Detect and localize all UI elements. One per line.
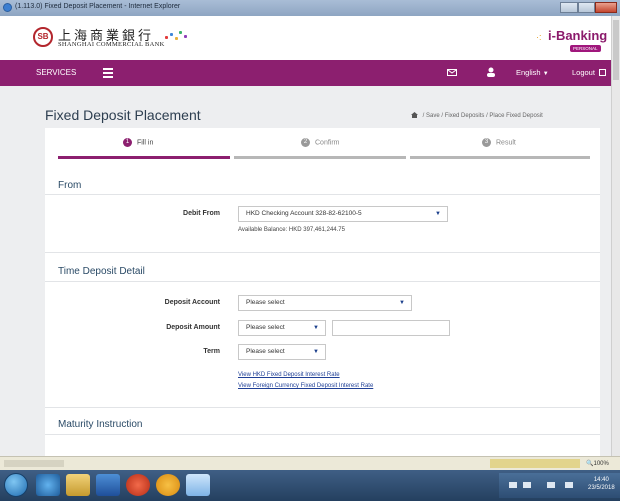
section-title-from: From	[58, 180, 82, 191]
breadcrumb: / Save / Fixed Deposits / Place Fixed De…	[411, 112, 543, 119]
chevron-down-icon: ▼	[435, 211, 441, 217]
bank-name-english: SHANGHAI COMMERCIAL BANK	[58, 41, 165, 48]
divider	[45, 252, 600, 253]
breadcrumb-item[interactable]: Fixed Deposits	[445, 113, 485, 119]
vertical-scrollbar[interactable]	[611, 16, 620, 456]
debit-from-value: HKD Checking Account 328-82-62100-5	[246, 210, 362, 217]
step-bar	[234, 156, 406, 159]
zoom-level[interactable]: 🔍100%	[586, 460, 609, 467]
services-menu[interactable]: SERVICES	[36, 68, 76, 77]
deposit-account-select[interactable]: Please select ▼	[238, 295, 412, 311]
app-taskbar-icon[interactable]	[156, 474, 180, 496]
web-page: SB 上海商業銀行 SHANGHAI COMMERCIAL BANK ·: i-…	[0, 16, 611, 456]
windows-taskbar: 14:40 23/5/2018	[0, 470, 620, 501]
step-fill-in: 1 Fill in	[123, 138, 153, 147]
minimize-button[interactable]	[560, 2, 578, 13]
step-number: 1	[123, 138, 132, 147]
deposit-account-value: Please select	[246, 299, 285, 306]
user-profile-icon[interactable]	[487, 67, 495, 77]
page-title: Fixed Deposit Placement	[45, 107, 201, 123]
status-text-area	[4, 460, 64, 467]
divider	[45, 194, 600, 195]
logout-icon	[599, 69, 607, 76]
language-selector[interactable]: English ▼	[516, 68, 549, 77]
battery-icon[interactable]	[509, 482, 517, 488]
site-header: SB 上海商業銀行 SHANGHAI COMMERCIAL BANK ·: i-…	[0, 16, 611, 60]
divider	[45, 407, 600, 408]
deposit-amount-label: Deposit Amount	[166, 324, 220, 331]
deposit-amount-input[interactable]	[332, 320, 450, 336]
step-confirm: 2 Confirm	[301, 138, 340, 147]
language-label: English	[516, 68, 541, 77]
step-label: Confirm	[315, 139, 340, 147]
file-explorer-taskbar-icon[interactable]	[66, 474, 90, 496]
deposit-currency-select[interactable]: Please select ▼	[238, 320, 326, 336]
internet-explorer-taskbar-icon[interactable]	[36, 474, 60, 496]
divider	[45, 281, 600, 282]
chevron-down-icon: ▼	[399, 300, 405, 306]
network-icon[interactable]	[523, 482, 531, 488]
bank-logo-badge[interactable]: SB	[33, 27, 53, 47]
step-number: 2	[301, 138, 310, 147]
system-clock[interactable]: 14:40 23/5/2018	[588, 476, 615, 492]
flag-icon[interactable]	[565, 482, 573, 488]
home-icon[interactable]	[411, 112, 418, 118]
logout-label: Logout	[572, 68, 595, 77]
hkd-interest-rate-link[interactable]: View HKD Fixed Deposit Interest Rate	[238, 372, 340, 378]
breadcrumb-item[interactable]: Save	[426, 113, 440, 119]
volume-icon[interactable]	[547, 482, 555, 488]
logout-button[interactable]: Logout	[572, 68, 607, 77]
chevron-down-icon: ▼	[313, 349, 319, 355]
scrollbar-thumb[interactable]	[613, 20, 619, 80]
step-number: 3	[482, 138, 491, 147]
chevron-down-icon: ▼	[313, 325, 319, 331]
maximize-button[interactable]	[578, 2, 595, 13]
term-label: Term	[203, 348, 220, 355]
available-balance: Available Balance: HKD 397,461,244.75	[238, 227, 345, 233]
ibanking-logo-mark-icon: ·:	[536, 32, 542, 42]
decorative-dots-icon	[165, 30, 189, 42]
personal-badge: PERSONAL	[570, 45, 601, 52]
media-player-taskbar-icon[interactable]	[126, 474, 150, 496]
divider	[45, 434, 600, 435]
form-card: 1 Fill in 2 Confirm 3 Result From Debit Fro…	[45, 128, 600, 456]
internet-explorer-icon	[3, 3, 12, 12]
step-label: Fill in	[137, 139, 154, 147]
breadcrumb-item: Place Fixed Deposit	[489, 113, 543, 119]
debit-from-select[interactable]: HKD Checking Account 328-82-62100-5 ▼	[238, 206, 448, 222]
step-result: 3 Result	[482, 138, 516, 147]
document-taskbar-icon[interactable]	[186, 474, 210, 496]
step-bar	[410, 156, 590, 159]
start-button[interactable]	[4, 473, 28, 497]
mail-icon[interactable]	[447, 69, 457, 76]
main-nav-bar: SERVICES English ▼ Logout	[0, 60, 611, 86]
debit-from-label: Debit From	[183, 210, 220, 217]
security-zone-indicator	[490, 459, 580, 468]
term-value: Please select	[246, 348, 285, 355]
foreign-currency-interest-rate-link[interactable]: View Foreign Currency Fixed Deposit Inte…	[238, 383, 373, 389]
clock-date: 23/5/2018	[588, 485, 615, 491]
term-select[interactable]: Please select ▼	[238, 344, 326, 360]
close-button[interactable]	[595, 2, 617, 13]
browser-status-bar: 🔍100%	[0, 456, 620, 470]
window-title: (1.113.0) Fixed Deposit Placement - Inte…	[15, 3, 181, 10]
deposit-account-label: Deposit Account	[164, 299, 220, 306]
caret-down-icon: ▼	[542, 71, 549, 77]
ibanking-logo: i-Banking	[548, 28, 608, 43]
step-bar-active	[58, 156, 230, 159]
section-title-maturity-instruction: Maturity Instruction	[58, 419, 143, 430]
deposit-currency-value: Please select	[246, 324, 285, 331]
hamburger-menu-icon[interactable]	[103, 68, 113, 78]
browser-title-bar: (1.113.0) Fixed Deposit Placement - Inte…	[0, 0, 620, 16]
clock-time: 14:40	[593, 477, 609, 483]
zoom-value: 100%	[593, 461, 609, 467]
step-label: Result	[496, 139, 516, 147]
section-title-time-deposit-detail: Time Deposit Detail	[58, 266, 145, 277]
outlook-taskbar-icon[interactable]	[96, 474, 120, 496]
